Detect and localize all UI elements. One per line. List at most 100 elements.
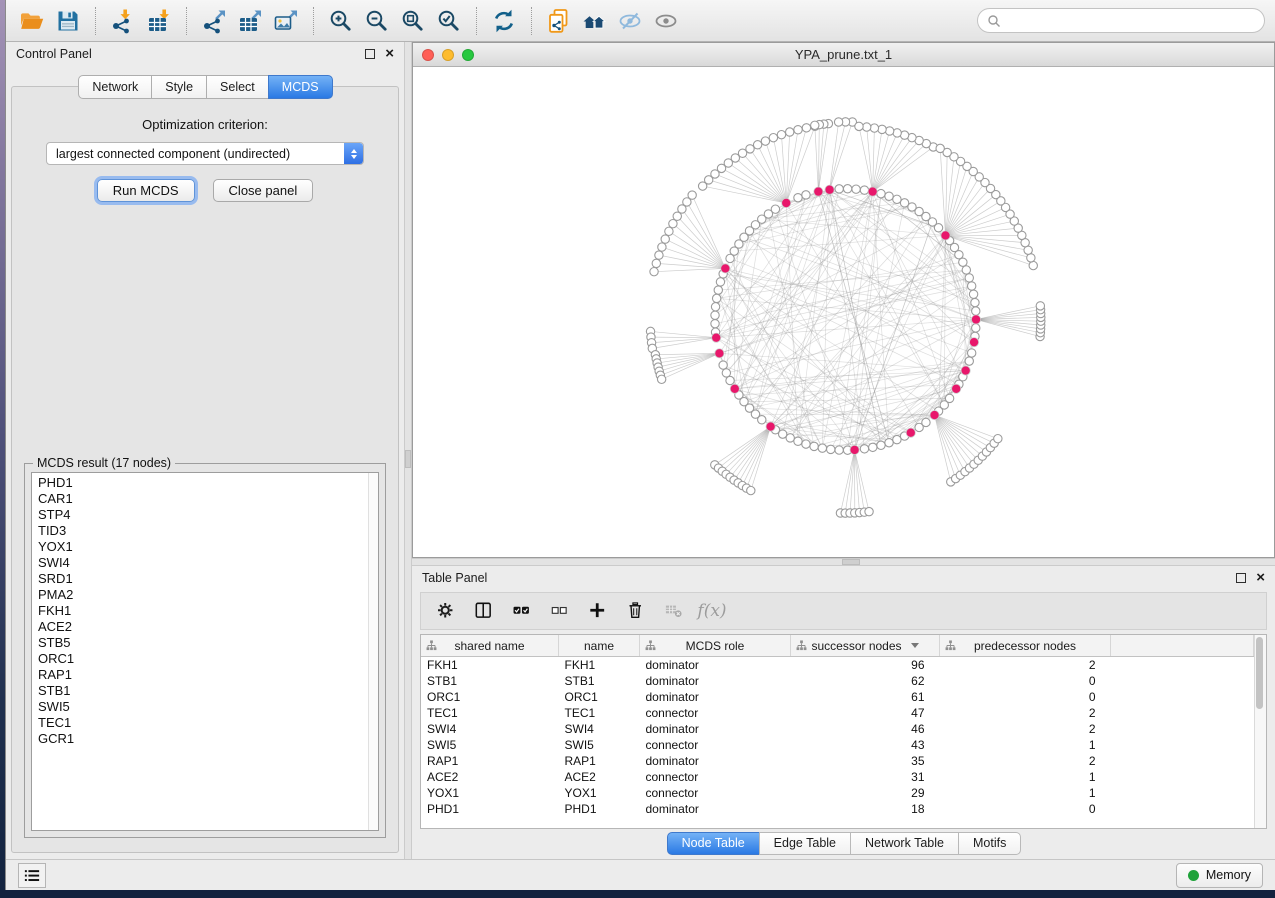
show-all-icon[interactable]: [651, 5, 683, 37]
table-cell[interactable]: ORC1: [559, 689, 640, 705]
first-neighbors-icon[interactable]: [579, 5, 611, 37]
mcds-result-item[interactable]: SWI4: [38, 555, 368, 571]
tab-edge-table[interactable]: Edge Table: [759, 832, 851, 855]
table-cell[interactable]: SWI5: [559, 737, 640, 753]
table-cell[interactable]: 96: [791, 657, 940, 674]
table-cell[interactable]: connector: [640, 785, 791, 801]
table-cell[interactable]: 0: [940, 689, 1111, 705]
mcds-result-list[interactable]: PHD1CAR1STP4TID3YOX1SWI4SRD1PMA2FKH1ACE2…: [31, 472, 379, 831]
table-cell[interactable]: STB1: [421, 673, 559, 689]
table-cell[interactable]: FKH1: [421, 657, 559, 674]
table-cell[interactable]: PHD1: [421, 801, 559, 817]
table-cell[interactable]: 31: [791, 769, 940, 785]
close-window-button[interactable]: [422, 49, 434, 61]
float-panel-icon[interactable]: [1236, 573, 1246, 583]
table-cell[interactable]: dominator: [640, 801, 791, 817]
import-table-icon[interactable]: [143, 5, 175, 37]
mcds-result-item[interactable]: FKH1: [38, 603, 368, 619]
mcds-result-item[interactable]: ACE2: [38, 619, 368, 635]
table-row[interactable]: ORC1ORC1dominator610: [421, 689, 1254, 705]
table-cell[interactable]: TEC1: [421, 705, 559, 721]
table-cell[interactable]: 18: [791, 801, 940, 817]
table-cell[interactable]: 47: [791, 705, 940, 721]
table-scrollbar[interactable]: [1254, 635, 1266, 828]
mcds-result-item[interactable]: ORC1: [38, 651, 368, 667]
table-cell[interactable]: dominator: [640, 657, 791, 674]
tab-network-table[interactable]: Network Table: [850, 832, 959, 855]
close-panel-icon[interactable]: ×: [385, 49, 394, 59]
table-cell[interactable]: 1: [940, 737, 1111, 753]
table-cell[interactable]: 1: [940, 785, 1111, 801]
table-row[interactable]: YOX1YOX1connector291: [421, 785, 1254, 801]
splitter-handle[interactable]: [842, 559, 860, 565]
task-history-button[interactable]: [18, 863, 46, 888]
table-cell[interactable]: 62: [791, 673, 940, 689]
table-cell[interactable]: SWI5: [421, 737, 559, 753]
search-input[interactable]: [1007, 12, 1255, 29]
table-cell[interactable]: 2: [940, 705, 1111, 721]
mcds-result-item[interactable]: CAR1: [38, 491, 368, 507]
export-table-icon[interactable]: [234, 5, 266, 37]
table-cell[interactable]: 46: [791, 721, 940, 737]
table-cell[interactable]: 43: [791, 737, 940, 753]
zoom-window-button[interactable]: [462, 49, 474, 61]
table-cell[interactable]: dominator: [640, 753, 791, 769]
table-cell[interactable]: 2: [940, 721, 1111, 737]
run-mcds-button[interactable]: Run MCDS: [97, 179, 195, 202]
duplicate-network-icon[interactable]: [543, 5, 575, 37]
table-cell[interactable]: STB1: [559, 673, 640, 689]
close-panel-icon[interactable]: ×: [1256, 573, 1265, 583]
table-cell[interactable]: FKH1: [559, 657, 640, 674]
table-row[interactable]: STB1STB1dominator620: [421, 673, 1254, 689]
export-network-icon[interactable]: [198, 5, 230, 37]
horizontal-splitter[interactable]: [412, 558, 1275, 566]
table-cell[interactable]: 35: [791, 753, 940, 769]
scrollbar-thumb[interactable]: [1256, 637, 1263, 709]
column-header-name[interactable]: name: [559, 635, 640, 657]
mcds-result-item[interactable]: GCR1: [38, 731, 368, 747]
splitter-handle[interactable]: [405, 450, 411, 468]
table-row[interactable]: TEC1TEC1connector472: [421, 705, 1254, 721]
table-row[interactable]: FKH1FKH1dominator962: [421, 657, 1254, 674]
mcds-result-item[interactable]: PHD1: [38, 475, 368, 491]
zoom-in-icon[interactable]: [325, 5, 357, 37]
tab-motifs[interactable]: Motifs: [958, 832, 1021, 855]
network-canvas[interactable]: [413, 67, 1274, 557]
column-panel-icon[interactable]: [473, 600, 495, 622]
table-row[interactable]: ACE2ACE2connector311: [421, 769, 1254, 785]
delete-column-icon[interactable]: [625, 600, 647, 622]
mcds-result-item[interactable]: TID3: [38, 523, 368, 539]
table-cell[interactable]: 29: [791, 785, 940, 801]
vertical-splitter[interactable]: [404, 42, 412, 859]
table-cell[interactable]: TEC1: [559, 705, 640, 721]
tab-network[interactable]: Network: [78, 75, 152, 99]
tab-style[interactable]: Style: [151, 75, 207, 99]
zoom-out-icon[interactable]: [361, 5, 393, 37]
table-cell[interactable]: dominator: [640, 673, 791, 689]
table-cell[interactable]: PHD1: [559, 801, 640, 817]
criterion-dropdown[interactable]: largest connected component (undirected): [46, 142, 364, 165]
zoom-fit-icon[interactable]: [397, 5, 429, 37]
tab-select[interactable]: Select: [206, 75, 269, 99]
table-cell[interactable]: dominator: [640, 721, 791, 737]
list-scrollbar[interactable]: [368, 473, 378, 830]
hide-selected-icon[interactable]: [615, 5, 647, 37]
table-row[interactable]: RAP1RAP1dominator352: [421, 753, 1254, 769]
open-folder-icon[interactable]: [16, 5, 48, 37]
column-header-shared-name[interactable]: shared name: [421, 635, 559, 657]
mcds-result-item[interactable]: STB1: [38, 683, 368, 699]
mcds-result-item[interactable]: PMA2: [38, 587, 368, 603]
table-cell[interactable]: SWI4: [421, 721, 559, 737]
table-cell[interactable]: YOX1: [559, 785, 640, 801]
table-cell[interactable]: connector: [640, 705, 791, 721]
table-cell[interactable]: 2: [940, 657, 1111, 674]
table-row[interactable]: SWI5SWI5connector431: [421, 737, 1254, 753]
table-cell[interactable]: 2: [940, 753, 1111, 769]
refresh-icon[interactable]: [488, 5, 520, 37]
table-cell[interactable]: SWI4: [559, 721, 640, 737]
table-cell[interactable]: ACE2: [559, 769, 640, 785]
float-panel-icon[interactable]: [365, 49, 375, 59]
table-cell[interactable]: 0: [940, 801, 1111, 817]
column-header-successor-nodes[interactable]: successor nodes: [791, 635, 940, 657]
table-row[interactable]: PHD1PHD1dominator180: [421, 801, 1254, 817]
